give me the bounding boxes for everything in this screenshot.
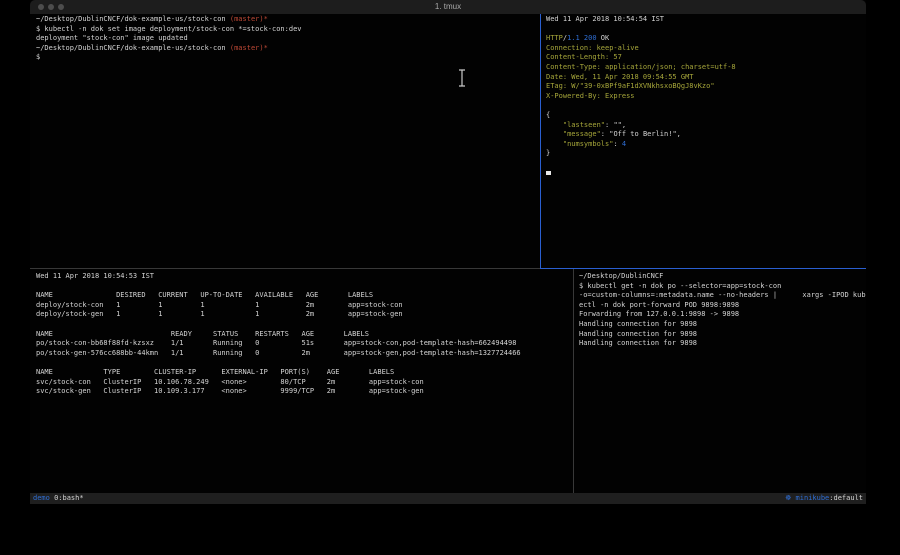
deploy-table-header: NAME DESIRED CURRENT UP-TO-DATE AVAILABL… (36, 291, 576, 301)
terminal-window: 1. tmux ~/Desktop/DublinCNCF/dok-example… (30, 0, 866, 504)
http-proto: HTTP (546, 34, 563, 42)
json-open-brace: { (546, 111, 866, 121)
window-label[interactable]: 0:bash* (50, 494, 84, 502)
json-line-message: "message": "Off to Berlin!", (546, 130, 866, 140)
forwarding-output: Forwarding from 127.0.0.1:9898 -> 9898 (579, 310, 866, 320)
watch-timestamp: Wed 11 Apr 2018 10:54:54 IST (546, 15, 866, 25)
session-name[interactable]: demo (33, 494, 50, 502)
status-right: ☸ minikube:default (785, 493, 863, 504)
blank-line (36, 320, 576, 330)
deploy-table-row: deploy/stock-con 1 1 1 1 2m app=stock-co… (36, 301, 576, 311)
kube-context: minikube (791, 494, 829, 502)
pod-table-row: po/stock-con-bb68f88fd-kzsxz 1/1 Running… (36, 339, 576, 349)
json-number: 4 (622, 140, 626, 148)
title-bar[interactable]: 1. tmux (30, 0, 866, 14)
pod-table-header: NAME READY STATUS RESTARTS AGE LABELS (36, 330, 576, 340)
terminal-cursor (546, 171, 551, 175)
json-value: : "Off to Berlin!", (601, 130, 681, 138)
http-header: Date: Wed, 11 Apr 2018 09:54:55 GMT (546, 73, 866, 83)
json-key: "message" (546, 130, 601, 138)
cursor-line (546, 169, 866, 179)
pane-divider-horizontal-right[interactable] (540, 268, 866, 269)
blank-line (36, 282, 576, 292)
prompt-line: ~/Desktop/DublinCNCF/dok-example-us/stoc… (36, 15, 536, 25)
pane-bottom-right-portforward[interactable]: ~/Desktop/DublinCNCF $ kubectl get -n do… (579, 272, 866, 349)
http-header: Content-Length: 57 (546, 53, 866, 63)
json-value: : "", (605, 121, 626, 129)
pod-table-row: po/stock-gen-576cc688bb-44kmn 1/1 Runnin… (36, 349, 576, 359)
prompt-path: ~/Desktop/DublinCNCF/dok-example-us/stoc… (36, 44, 230, 52)
pane-bottom-left-kubectl[interactable]: Wed 11 Apr 2018 10:54:53 IST NAME DESIRE… (36, 272, 576, 397)
minimize-button-icon[interactable] (48, 4, 54, 10)
blank-line (546, 101, 866, 111)
window-title: 1. tmux (30, 0, 866, 14)
prompt-path: ~/Desktop/DublinCNCF (579, 272, 866, 282)
git-branch: (master)* (230, 44, 268, 52)
http-header: Connection: keep-alive (546, 44, 866, 54)
http-header: Content-Type: application/json; charset=… (546, 63, 866, 73)
close-button-icon[interactable] (38, 4, 44, 10)
traffic-lights (38, 4, 64, 10)
status-left: demo 0:bash* (33, 493, 84, 504)
command-output: deployment "stock-con" image updated (36, 34, 536, 44)
kube-namespace: :default (829, 494, 863, 502)
pane-divider-horizontal-left[interactable] (30, 268, 540, 269)
handling-output: Handling connection for 9898 (579, 330, 866, 340)
svc-table-row: svc/stock-con ClusterIP 10.106.78.249 <n… (36, 378, 576, 388)
http-version-code: 1.1 200 (567, 34, 597, 42)
json-sep: : (613, 140, 621, 148)
pane-divider-vertical-active[interactable] (540, 14, 541, 268)
http-header: ETag: W/"39-0xBPf9aF1dXVNkhsxoBQgJ8vKzo" (546, 82, 866, 92)
svc-table-header: NAME TYPE CLUSTER-IP EXTERNAL-IP PORT(S)… (36, 368, 576, 378)
http-header: X-Powered-By: Express (546, 92, 866, 102)
handling-output: Handling connection for 9898 (579, 320, 866, 330)
json-key: "lastseen" (546, 121, 605, 129)
blank-line (546, 25, 866, 35)
text-ibeam-pointer-icon (458, 69, 466, 87)
json-line-lastseen: "lastseen": "", (546, 121, 866, 131)
http-reason: OK (597, 34, 610, 42)
json-close-brace: } (546, 149, 866, 159)
blank-line (36, 358, 576, 368)
handling-output: Handling connection for 9898 (579, 339, 866, 349)
watch-timestamp: Wed 11 Apr 2018 10:54:53 IST (36, 272, 576, 282)
svc-table-row: svc/stock-gen ClusterIP 10.109.3.177 <no… (36, 387, 576, 397)
command-line-wrap: -o=custom-columns=:metadata.name --no-he… (579, 291, 866, 301)
pane-top-left-shell[interactable]: ~/Desktop/DublinCNCF/dok-example-us/stoc… (36, 15, 536, 63)
command-line: $ kubectl get -n dok po --selector=app=s… (579, 282, 866, 292)
prompt-line: ~/Desktop/DublinCNCF/dok-example-us/stoc… (36, 44, 536, 54)
json-key: "numsymbols" (546, 140, 613, 148)
zoom-button-icon[interactable] (58, 4, 64, 10)
blank-line (546, 159, 866, 169)
command-line: $ kubectl -n dok set image deployment/st… (36, 25, 536, 35)
git-branch: (master)* (230, 15, 268, 23)
pane-top-right-http[interactable]: Wed 11 Apr 2018 10:54:54 IST HTTP/1.1 20… (546, 15, 866, 178)
tmux-status-bar: demo 0:bash* ☸ minikube:default (30, 493, 866, 504)
deploy-table-row: deploy/stock-gen 1 1 1 1 2m app=stock-ge… (36, 310, 576, 320)
prompt-symbol: $ (36, 53, 536, 63)
json-line-numsymbols: "numsymbols": 4 (546, 140, 866, 150)
prompt-path: ~/Desktop/DublinCNCF/dok-example-us/stoc… (36, 15, 230, 23)
http-status-line: HTTP/1.1 200 OK (546, 34, 866, 44)
command-line-wrap: ectl -n dok port-forward POD 9898:9898 (579, 301, 866, 311)
